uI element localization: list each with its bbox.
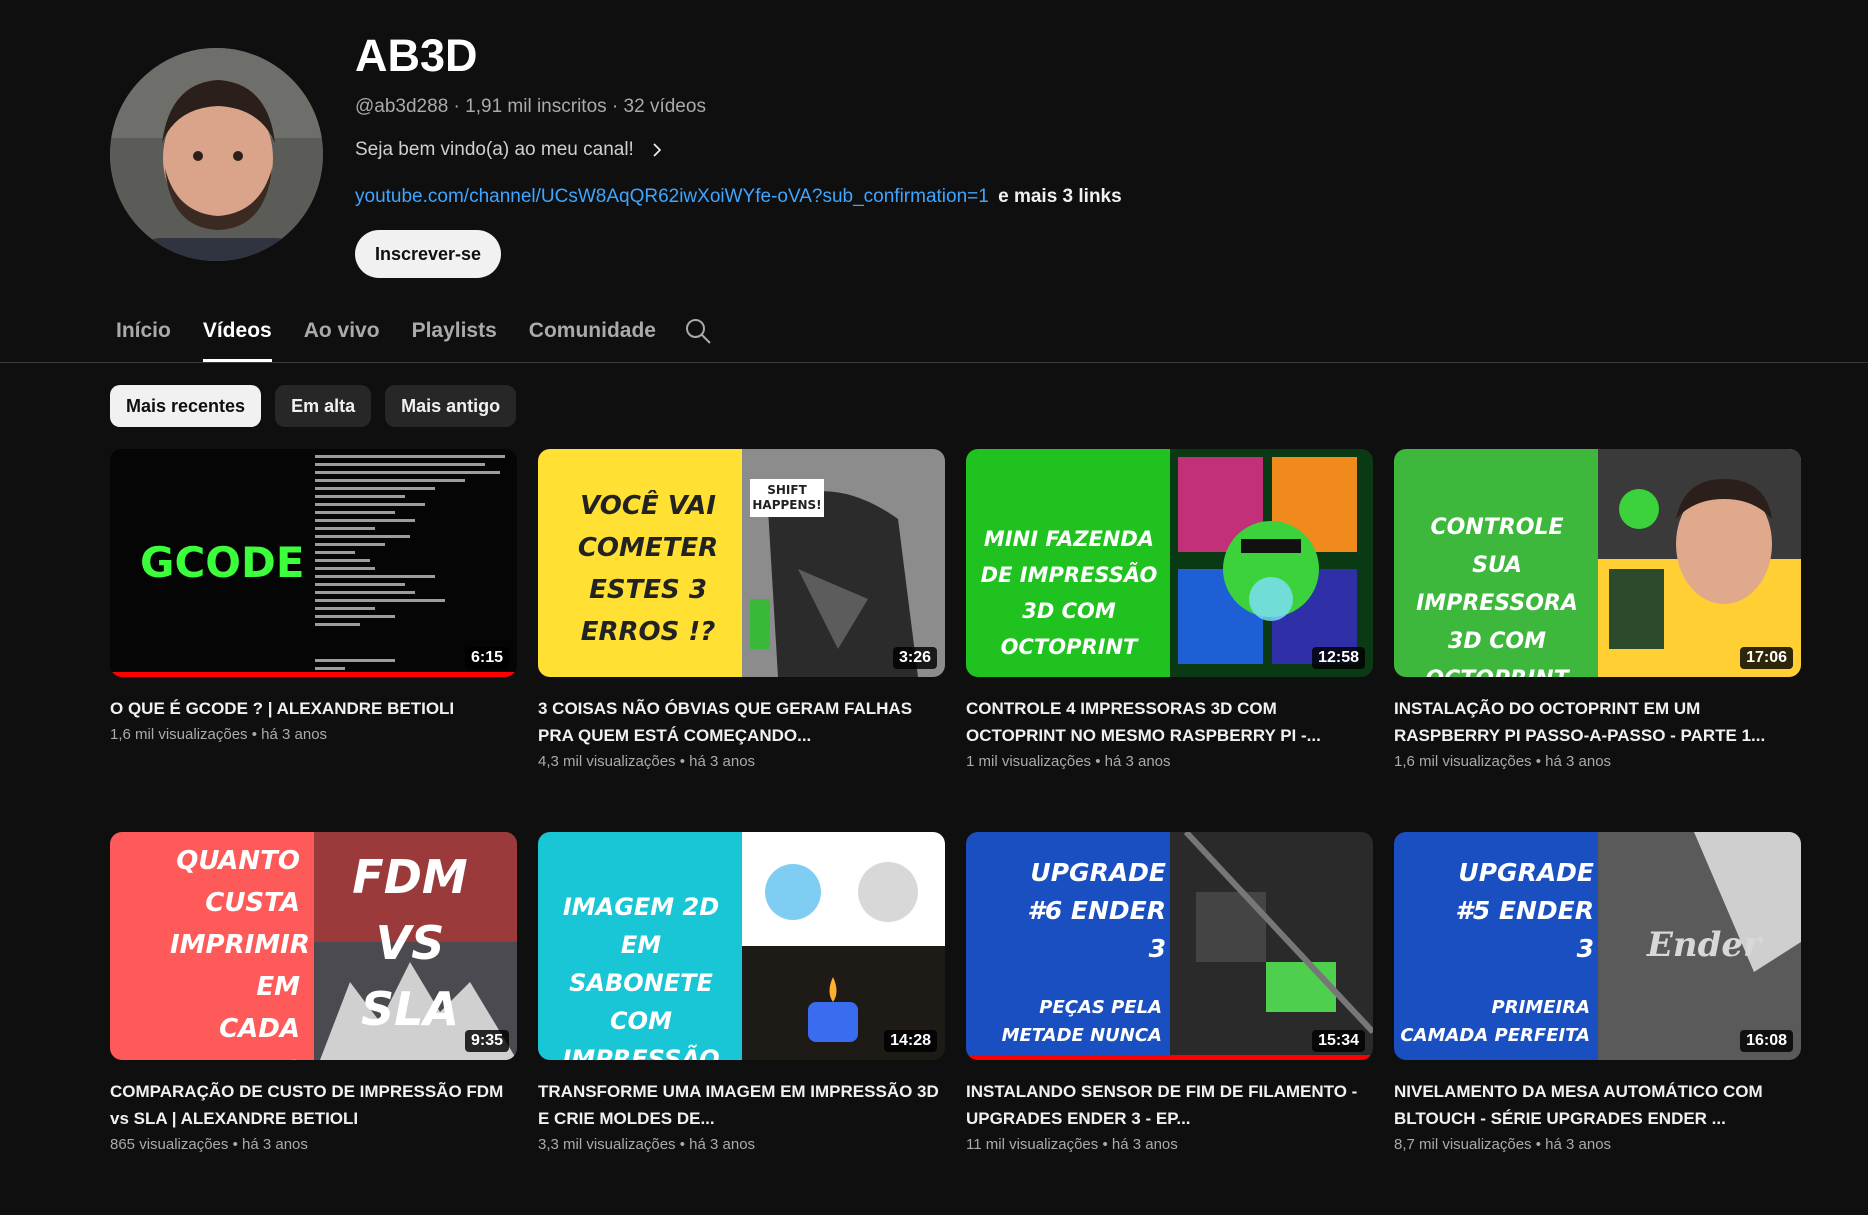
thumbnail-text: UPGRADE #5 ENDER 3: [1455, 858, 1594, 963]
channel-meta: @ab3d288 · 1,91 mil inscritos · 32 vídeo…: [355, 96, 706, 117]
video-duration: 16:08: [1740, 1030, 1793, 1052]
thumbnail-badge: FDM VS SLA: [352, 850, 468, 1036]
video-card[interactable]: GCODE 6:15 O QUE É GCODE ? | ALEXANDRE B…: [110, 449, 517, 832]
chip-mais-recentes[interactable]: Mais recentes: [110, 385, 262, 427]
thumbnail-text: IMAGEM 2D EM SABONETE COM IMPRESSÃO 3D ?: [562, 893, 720, 1060]
chip-em-alta[interactable]: Em alta: [275, 385, 372, 427]
video-card[interactable]: IMAGEM 2D EM SABONETE COM IMPRESSÃO 3D ?…: [538, 832, 945, 1215]
subscribe-button[interactable]: Inscrever-se: [355, 230, 501, 278]
video-duration: 9:35: [464, 1030, 509, 1052]
channel-links: youtube.com/channel/UCsW8AqQR62iwXoiWYfe…: [355, 186, 1122, 208]
thumbnail-text: UPGRADE #6 ENDER 3: [1027, 858, 1166, 963]
video-stats: 1 mil visualizações • há 3 anos: [966, 753, 1171, 770]
watch-progress: [110, 672, 517, 677]
thumbnail-subtext: PEÇAS PELA METADE NUNCA MAIS: [1001, 997, 1162, 1060]
video-card[interactable]: MINI FAZENDA DE IMPRESSÃO 3D COM OCTOPRI…: [966, 449, 1373, 832]
tab-comunidade[interactable]: Comunidade: [529, 300, 656, 362]
video-title[interactable]: INSTALANDO SENSOR DE FIM DE FILAMENTO - …: [966, 1078, 1373, 1132]
video-stats: 1,6 mil visualizações • há 3 anos: [1394, 753, 1612, 770]
video-duration: 15:34: [1312, 1030, 1365, 1052]
description-text: Seja bem vindo(a) ao meu canal!: [355, 139, 634, 160]
video-title[interactable]: COMPARAÇÃO DE CUSTO DE IMPRESSÃO FDM vs …: [110, 1078, 517, 1132]
video-title[interactable]: CONTROLE 4 IMPRESSORAS 3D COM OCTOPRINT …: [966, 695, 1373, 749]
search-icon[interactable]: [683, 316, 713, 346]
more-links[interactable]: e mais 3 links: [998, 186, 1122, 207]
channel-description[interactable]: Seja bem vindo(a) ao meu canal!: [355, 139, 666, 161]
tab-ao-vivo[interactable]: Ao vivo: [304, 300, 380, 362]
video-title[interactable]: INSTALAÇÃO DO OCTOPRINT EM UM RASPBERRY …: [1394, 695, 1801, 749]
video-title[interactable]: O QUE É GCODE ? | ALEXANDRE BETIOLI: [110, 695, 517, 722]
video-duration: 6:15: [464, 647, 509, 669]
video-stats: 4,3 mil visualizações • há 3 anos: [538, 753, 756, 770]
channel-link[interactable]: youtube.com/channel/UCsW8AqQR62iwXoiWYfe…: [355, 186, 989, 207]
video-title[interactable]: NIVELAMENTO DA MESA AUTOMÁTICO COM BLTOU…: [1394, 1078, 1801, 1132]
tab-inicio[interactable]: Início: [116, 300, 171, 362]
video-thumbnail[interactable]: CONTROLE SUA IMPRESSORA 3D COM OCTOPRINT…: [1394, 449, 1801, 677]
chip-mais-antigo[interactable]: Mais antigo: [385, 385, 517, 427]
video-duration: 3:26: [892, 647, 937, 669]
watch-progress: [966, 1055, 1373, 1060]
chevron-right-icon: [653, 143, 661, 157]
channel-avatar[interactable]: [110, 48, 323, 261]
video-stats: 3,3 mil visualizações • há 3 anos: [538, 1136, 756, 1153]
tab-playlists[interactable]: Playlists: [412, 300, 497, 362]
video-thumbnail[interactable]: GCODE 6:15: [110, 449, 517, 677]
video-thumbnail[interactable]: VOCÊ VAI COMETER ESTES 3 ERROS !? SHIFT …: [538, 449, 945, 677]
thumbnail-text: QUANTO CUSTA IMPRIMIR EM CADA UMA?: [170, 846, 310, 1060]
video-title[interactable]: 3 COISAS NÃO ÓBVIAS QUE GERAM FALHAS PRA…: [538, 695, 945, 749]
video-card[interactable]: UPGRADE #5 ENDER 3 PRIMEIRA CAMADA PERFE…: [1394, 832, 1801, 1215]
video-card[interactable]: CONTROLE SUA IMPRESSORA 3D COM OCTOPRINT…: [1394, 449, 1801, 832]
video-duration: 17:06: [1740, 647, 1793, 669]
video-card[interactable]: UPGRADE #6 ENDER 3 PEÇAS PELA METADE NUN…: [966, 832, 1373, 1215]
channel-handle: @ab3d288: [355, 96, 449, 117]
thumbnail-text: MINI FAZENDA DE IMPRESSÃO 3D COM OCTOPRI…: [980, 527, 1158, 659]
video-thumbnail[interactable]: QUANTO CUSTA IMPRIMIR EM CADA UMA? FDM V…: [110, 832, 517, 1060]
thumbnail-text: CONTROLE SUA IMPRESSORA 3D COM OCTOPRINT: [1416, 515, 1578, 677]
subscriber-count: 1,91 mil inscritos: [465, 96, 607, 117]
thumbnail-badge: SHIFT HAPPENS!: [750, 479, 824, 517]
video-grid: GCODE 6:15 O QUE É GCODE ? | ALEXANDRE B…: [110, 449, 1802, 1215]
video-duration: 12:58: [1312, 647, 1365, 669]
channel-name: AB3D: [355, 30, 478, 81]
video-stats: 865 visualizações • há 3 anos: [110, 1136, 308, 1153]
sort-chips: Mais recentes Em alta Mais antigo: [110, 385, 517, 427]
video-stats: 8,7 mil visualizações • há 3 anos: [1394, 1136, 1612, 1153]
video-card[interactable]: QUANTO CUSTA IMPRIMIR EM CADA UMA? FDM V…: [110, 832, 517, 1215]
video-thumbnail[interactable]: IMAGEM 2D EM SABONETE COM IMPRESSÃO 3D ?…: [538, 832, 945, 1060]
video-count: 32 vídeos: [623, 96, 706, 117]
tab-videos[interactable]: Vídeos: [202, 300, 272, 362]
video-title[interactable]: TRANSFORME UMA IMAGEM EM IMPRESSÃO 3D E …: [538, 1078, 945, 1132]
video-thumbnail[interactable]: MINI FAZENDA DE IMPRESSÃO 3D COM OCTOPRI…: [966, 449, 1373, 677]
thumbnail-text: GCODE: [140, 538, 305, 587]
video-thumbnail[interactable]: UPGRADE #6 ENDER 3 PEÇAS PELA METADE NUN…: [966, 832, 1373, 1060]
video-card[interactable]: VOCÊ VAI COMETER ESTES 3 ERROS !? SHIFT …: [538, 449, 945, 832]
thumbnail-badge: Ender: [1647, 925, 1761, 965]
video-thumbnail[interactable]: UPGRADE #5 ENDER 3 PRIMEIRA CAMADA PERFE…: [1394, 832, 1801, 1060]
channel-tabs: Início Vídeos Ao vivo Playlists Comunida…: [116, 300, 656, 362]
tabs-divider: [0, 362, 1868, 363]
video-stats: 1,6 mil visualizações • há 3 anos: [110, 726, 328, 743]
thumbnail-subtext: PRIMEIRA CAMADA PERFEITA: [1400, 997, 1590, 1046]
video-duration: 14:28: [884, 1030, 937, 1052]
thumbnail-text: VOCÊ VAI COMETER ESTES 3 ERROS !?: [577, 491, 719, 647]
video-stats: 11 mil visualizações • há 3 anos: [966, 1136, 1178, 1153]
